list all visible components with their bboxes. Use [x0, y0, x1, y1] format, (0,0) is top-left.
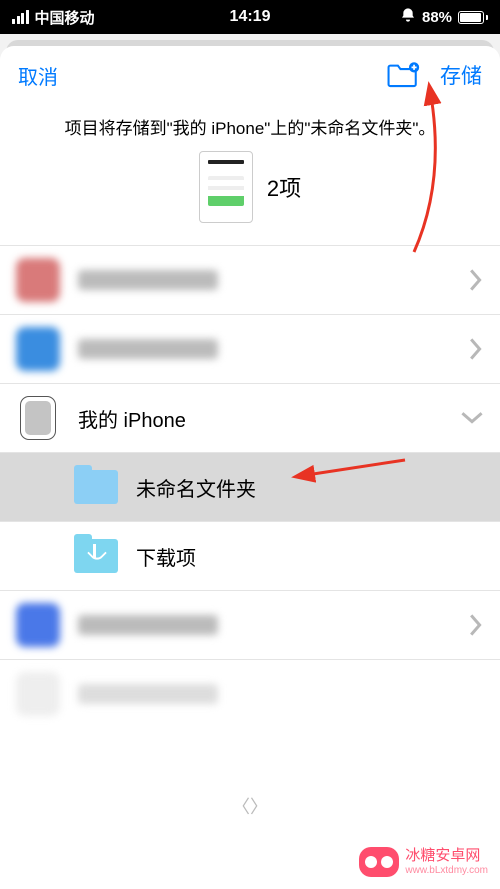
status-bar: 中国移动 14:19 88% [0, 0, 500, 34]
carrier-label: 中国移动 [35, 7, 95, 28]
status-left: 中国移动 [12, 7, 171, 28]
chevron-right-icon [468, 268, 484, 292]
folder-icon [74, 465, 118, 509]
iphone-icon [16, 396, 60, 440]
signal-icon [12, 10, 29, 24]
status-right: 88% [329, 7, 488, 27]
list-item[interactable] [0, 246, 500, 315]
cloud-icon [16, 672, 60, 716]
preview-thumbnail [199, 151, 253, 223]
new-folder-button[interactable] [386, 61, 420, 89]
save-sheet: 取消 存储 项目将存储到"我的 iPhone"上的"未命名文件夹"。 2项 [0, 46, 500, 889]
list-item[interactable] [0, 591, 500, 660]
list-item-my-iphone[interactable]: 我的 iPhone [0, 384, 500, 453]
chevron-down-icon [460, 410, 484, 426]
alarm-icon [400, 7, 416, 27]
preview-count-label: 2项 [267, 171, 301, 203]
chevron-right-icon [468, 337, 484, 361]
blurred-label [78, 615, 218, 635]
location-label: 未命名文件夹 [136, 473, 484, 502]
blurred-label [78, 684, 218, 704]
blurred-label [78, 270, 218, 290]
location-label: 下载项 [136, 542, 484, 571]
watermark: 冰糖安卓网 www.bLxtdmy.com [359, 847, 488, 877]
preview-row: 2项 [0, 143, 500, 245]
list-item-unnamed-folder[interactable]: 未命名文件夹 [0, 453, 500, 522]
list-item[interactable] [0, 315, 500, 384]
nav-bar: 取消 存储 [0, 46, 500, 96]
save-button[interactable]: 存储 [440, 60, 482, 90]
watermark-title: 冰糖安卓网 [405, 848, 488, 865]
location-label: 我的 iPhone [78, 404, 460, 433]
battery-percent-label: 88% [422, 9, 452, 26]
list-item[interactable] [0, 660, 500, 728]
app-icon [16, 327, 60, 371]
chevron-right-icon [468, 613, 484, 637]
status-time: 14:19 [171, 8, 330, 26]
watermark-logo-icon [359, 847, 399, 877]
app-icon [16, 603, 60, 647]
app-icon [16, 258, 60, 302]
location-list: 我的 iPhone 未命名文件夹 下载项 [0, 245, 500, 728]
watermark-url: www.bLxtdmy.com [405, 865, 488, 876]
downloads-folder-icon [74, 534, 118, 578]
battery-icon [458, 11, 488, 24]
blurred-label [78, 339, 218, 359]
drag-handle-icon: 〈〉 [232, 793, 268, 819]
cancel-button[interactable]: 取消 [18, 61, 58, 90]
list-item-downloads[interactable]: 下载项 [0, 522, 500, 591]
save-description: 项目将存储到"我的 iPhone"上的"未命名文件夹"。 [0, 96, 500, 143]
